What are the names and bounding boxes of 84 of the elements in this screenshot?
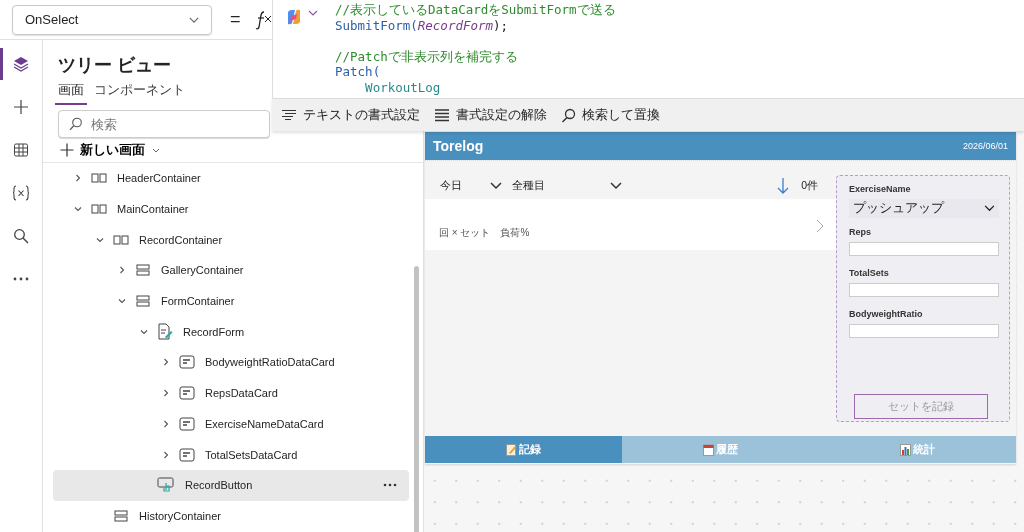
variables-icon	[12, 185, 30, 201]
code-line: //Patchで非表示列を補完する	[335, 48, 519, 64]
plus-icon	[60, 143, 74, 157]
form-icon	[157, 322, 173, 341]
columns-icon	[91, 172, 107, 185]
date-label: 2026/06/01	[962, 141, 1008, 151]
chevron-down-icon	[984, 205, 995, 212]
tree-item[interactable]: GalleryContainer	[53, 255, 409, 286]
app-title: Torelog	[433, 138, 484, 154]
filter-dropdown[interactable]: 今日	[440, 179, 502, 193]
field-label: BodyweightRatio	[849, 309, 924, 321]
card-icon	[179, 447, 195, 462]
tree-item[interactable]: RecordForm	[53, 316, 409, 348]
rows-icon	[113, 509, 129, 522]
table-icon	[13, 142, 29, 158]
columns-icon	[113, 233, 129, 246]
tree-item[interactable]: FormContainer	[53, 285, 409, 317]
input-field[interactable]	[849, 242, 999, 256]
toolbar-button[interactable]: 書式設定の解除	[431, 102, 550, 128]
chevron-down-icon	[490, 182, 502, 190]
more-icon	[13, 277, 29, 281]
button-icon	[157, 477, 175, 494]
tree-item[interactable]: RecordButton	[53, 469, 409, 501]
card-icon	[179, 416, 195, 431]
chevron-down-icon	[610, 182, 622, 190]
field-label: Reps	[849, 227, 872, 239]
input-field[interactable]	[849, 324, 999, 338]
tree-item[interactable]: HeaderContainer	[53, 163, 409, 194]
lines-icon	[434, 108, 450, 122]
code-line: //表示しているDataCardをSubmitFormで送る	[335, 2, 616, 18]
chevron-right-icon[interactable]	[161, 418, 171, 429]
record-count: 0件	[801, 179, 818, 193]
formula-editor[interactable]: //表示しているDataCardをSubmitFormで送る SubmitForm(RecordForm); //Patchで非表示列を補完する Patch( WorkoutLog	[272, 0, 1024, 98]
code-line: WorkoutLog	[364, 79, 442, 95]
layers-icon	[13, 56, 29, 72]
tree-item[interactable]: TotalSetsDataCard	[53, 439, 409, 470]
card-icon	[179, 386, 195, 401]
copilot-icon[interactable]	[285, 8, 303, 26]
calendar-icon	[703, 443, 714, 456]
tree-item[interactable]: HistoryContainer	[53, 500, 409, 532]
gallery-item[interactable]: 回 × セット 負荷%	[425, 199, 836, 250]
scrollbar[interactable]	[414, 266, 419, 532]
panel-title: ツリー ビュー	[58, 54, 171, 76]
rows-icon	[135, 264, 151, 277]
sort-arrow-icon[interactable]	[777, 177, 790, 195]
memo-icon	[506, 443, 517, 456]
tab[interactable]: 画面	[55, 79, 87, 105]
tree-item[interactable]: BodyweightRatioDataCard	[53, 347, 409, 378]
tree-item[interactable]: RepsDataCard	[53, 377, 409, 409]
plus-icon	[13, 99, 29, 115]
rows-icon	[135, 295, 151, 308]
search-icon	[561, 107, 576, 123]
search-field[interactable]: 検索	[58, 110, 270, 138]
search-icon	[69, 117, 83, 131]
code-line: Patch(	[335, 64, 382, 80]
new-screen-button[interactable]: 新しい画面	[57, 141, 164, 159]
search-icon	[13, 228, 29, 244]
more-icon[interactable]	[383, 483, 397, 488]
input-field[interactable]	[849, 283, 999, 297]
equals-sign: =	[230, 9, 241, 30]
toolbar-button[interactable]: 検索して置換	[558, 102, 663, 128]
chevron-right-icon[interactable]	[161, 357, 171, 368]
tree-item[interactable]: RecordContainer	[53, 224, 409, 256]
function-icon	[254, 9, 273, 30]
chevron-right-icon	[816, 219, 824, 233]
field-label: TotalSets	[849, 268, 890, 280]
format-text-icon	[281, 109, 297, 121]
chevron-right-icon[interactable]	[161, 388, 171, 399]
columns-icon	[91, 203, 107, 216]
card-icon	[179, 355, 195, 370]
tab[interactable]: コンポーネント	[91, 79, 188, 105]
filter-dropdown[interactable]: 全種目	[512, 179, 622, 193]
chevron-right-icon[interactable]	[161, 449, 171, 460]
tree-item[interactable]: MainContainer	[53, 193, 409, 225]
code-line: SubmitForm(RecordForm);	[335, 17, 510, 33]
field-label: ExerciseName	[849, 184, 912, 196]
chart-icon	[900, 443, 911, 456]
toolbar-button[interactable]: テキストの書式設定	[278, 102, 423, 128]
chevron-down-icon[interactable]	[307, 8, 319, 18]
chevron-right-icon[interactable]	[117, 265, 127, 276]
property-dropdown[interactable]: OnSelect	[12, 4, 212, 35]
dropdown-field[interactable]: プッシュアップ	[849, 199, 999, 218]
tree-item[interactable]: ExerciseNameDataCard	[53, 408, 409, 440]
chevron-right-icon[interactable]	[73, 173, 83, 184]
